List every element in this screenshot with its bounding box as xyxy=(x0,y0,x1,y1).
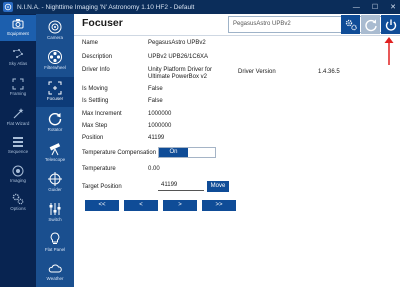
filterwheel-icon xyxy=(48,50,62,64)
driver-info-label: Driver Info xyxy=(82,67,110,73)
title-bar: N.I.N.A. - Nighttime Imaging 'N' Astrono… xyxy=(0,0,400,14)
settings-button[interactable] xyxy=(341,15,360,34)
power-icon xyxy=(385,19,396,31)
switch-icon xyxy=(49,203,61,215)
minimize-button[interactable]: — xyxy=(353,4,360,11)
is-settling-value: False xyxy=(148,98,163,104)
driver-info-value-line1: Unity Platform Driver for xyxy=(148,67,213,73)
device-selector-value: PegasusAstro UPBv2 xyxy=(233,21,291,27)
temperature-label: Temperature xyxy=(82,166,116,172)
camera-icon xyxy=(48,20,62,34)
focuser-panel: Focuser PegasusAstro UPBv2 ▾ Name Pegasu… xyxy=(74,14,400,287)
flat-panel-icon xyxy=(50,232,60,244)
subnav-item-label: Camera xyxy=(46,35,63,40)
is-moving-label: Is Moving xyxy=(82,86,108,92)
focuser-icon xyxy=(48,81,62,95)
nav-item-flat-wizard[interactable]: Flat Wizard xyxy=(0,105,36,131)
subnav-item-label: Focuser xyxy=(46,96,64,101)
rescan-button[interactable] xyxy=(361,15,380,34)
max-step-value: 1000000 xyxy=(148,123,172,129)
subnav-item-rotator[interactable]: Rotator xyxy=(36,108,74,138)
app-logo-icon xyxy=(3,2,13,12)
move-button[interactable]: Move xyxy=(207,181,229,192)
subnav-item-guider[interactable]: Guider xyxy=(36,168,74,198)
move-right-button[interactable]: > xyxy=(163,200,197,211)
subnav-item-label: Weather xyxy=(46,276,64,281)
imaging-icon xyxy=(12,165,24,177)
subnav-item-weather[interactable]: Weather xyxy=(36,257,74,287)
max-increment-value: 1000000 xyxy=(148,111,172,117)
move-big-left-button[interactable]: << xyxy=(85,200,119,211)
subnav-item-label: Guider xyxy=(48,187,62,192)
subnav-item-label: Switch xyxy=(48,217,62,222)
refresh-icon xyxy=(364,19,377,31)
guider-icon xyxy=(48,172,62,186)
max-step-label: Max Step xyxy=(82,123,108,129)
flat-wizard-icon xyxy=(13,108,24,119)
nav-item-label: Imaging xyxy=(9,178,26,183)
toggle-on-state: On xyxy=(159,148,188,157)
position-label: Position xyxy=(82,135,104,141)
gear-icon xyxy=(345,19,357,30)
nav-item-framing[interactable]: Framing xyxy=(0,75,36,101)
weather-icon xyxy=(48,264,62,273)
nav-item-sky-atlas[interactable]: Sky Atlas xyxy=(0,45,36,71)
temperature-value: 0.00 xyxy=(148,166,160,172)
driver-version-value: 1.4.36.5 xyxy=(318,69,340,75)
subnav-item-telescope[interactable]: Telescope xyxy=(36,138,74,168)
options-icon xyxy=(12,193,24,205)
subnav-item-focuser[interactable]: Focuser xyxy=(36,77,74,107)
subnav-item-label: Telescope xyxy=(44,157,66,162)
name-value: PegasusAstro UPBv2 xyxy=(148,40,206,46)
nav-item-label: Equipment xyxy=(7,31,29,36)
nav-item-label: Options xyxy=(10,206,26,211)
nav-item-label: Sequence xyxy=(7,149,29,154)
equipment-icon xyxy=(12,19,24,29)
nav-item-options[interactable]: Options xyxy=(0,190,36,216)
move-left-button[interactable]: < xyxy=(124,200,158,211)
max-increment-label: Max Increment xyxy=(82,111,122,117)
is-settling-label: Is Settling xyxy=(82,98,109,104)
nav-item-sequence[interactable]: Sequence xyxy=(0,133,36,159)
target-position-input[interactable]: 41199 xyxy=(158,181,204,191)
telescope-icon xyxy=(49,143,61,156)
description-value: UPBv2 UPB26/1C6XA xyxy=(148,54,209,60)
temperature-compensation-label: Temperature Compensation xyxy=(82,150,157,156)
nav-item-label: Flat Wizard xyxy=(6,121,30,126)
maximize-button[interactable]: ☐ xyxy=(372,3,378,11)
rotator-icon xyxy=(48,112,62,126)
focuser-header: Focuser PegasusAstro UPBv2 ▾ xyxy=(74,14,400,36)
nav-item-label: Sky Atlas xyxy=(8,61,28,66)
driver-version-label: Driver Version xyxy=(238,69,276,75)
main-navigation: Equipment Sky Atlas Framing Flat Wizard … xyxy=(0,14,36,287)
connect-button[interactable] xyxy=(381,15,400,34)
subnav-item-camera[interactable]: Camera xyxy=(36,16,74,46)
subnav-item-switch[interactable]: Switch xyxy=(36,198,74,228)
window-title: N.I.N.A. - Nighttime Imaging 'N' Astrono… xyxy=(17,3,195,11)
subnav-item-label: Flat Panel xyxy=(44,247,66,252)
driver-info-value-line2: Ultimate PowerBox v2 xyxy=(148,74,208,80)
name-label: Name xyxy=(82,40,99,46)
nav-item-equipment[interactable]: Equipment xyxy=(0,15,36,41)
nav-item-imaging[interactable]: Imaging xyxy=(0,162,36,188)
equipment-subnavigation: Camera Filterwheel Focuser Rotator Teles… xyxy=(36,14,74,287)
position-value: 41199 xyxy=(148,135,165,141)
move-big-right-button[interactable]: >> xyxy=(202,200,236,211)
target-position-label: Target Position xyxy=(82,184,122,190)
nav-item-label: Framing xyxy=(9,91,27,96)
subnav-item-filterwheel[interactable]: Filterwheel xyxy=(36,46,74,76)
subnav-item-label: Filterwheel xyxy=(44,65,66,70)
description-label: Description xyxy=(82,54,113,60)
page-title: Focuser xyxy=(82,17,123,29)
sequence-icon xyxy=(13,137,23,147)
framing-icon xyxy=(12,78,24,90)
subnav-item-flat-panel[interactable]: Flat Panel xyxy=(36,228,74,258)
annotation-arrow-icon xyxy=(384,37,394,65)
temperature-compensation-toggle[interactable]: On xyxy=(158,147,216,158)
is-moving-value: False xyxy=(148,86,163,92)
sky-atlas-icon xyxy=(13,49,23,58)
close-button[interactable]: ✕ xyxy=(390,3,396,11)
subnav-item-label: Rotator xyxy=(47,127,63,132)
